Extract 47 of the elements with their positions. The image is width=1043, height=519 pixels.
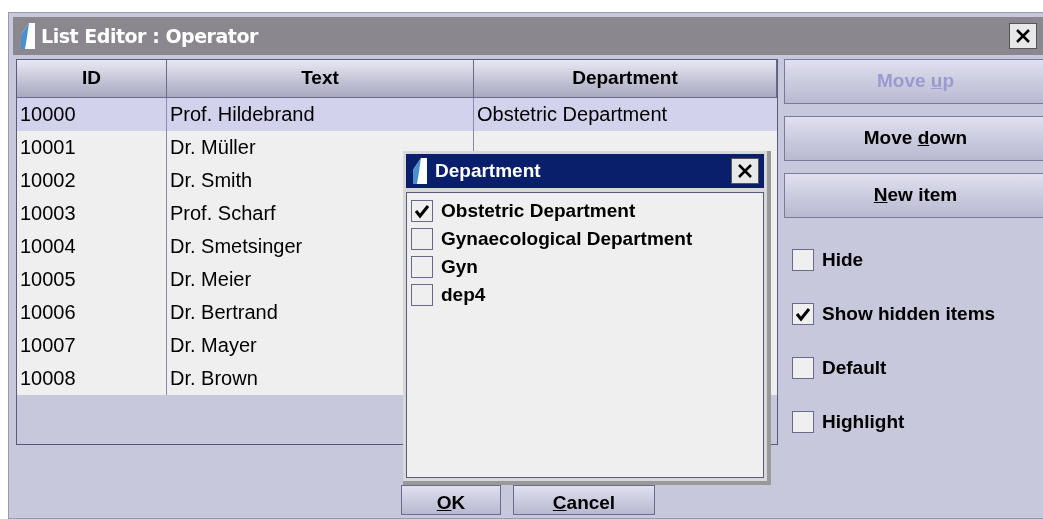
table-cell: 10001 [20, 136, 76, 158]
checkbox[interactable] [792, 303, 814, 325]
checkbox-label: Obstetric Department [441, 198, 636, 223]
column-header[interactable]: ID [17, 60, 167, 98]
table-cell: Dr. Brown [170, 367, 258, 389]
table-cell: Dr. Müller [170, 136, 256, 158]
table-cell: Prof. Scharf [170, 202, 276, 224]
checkbox[interactable] [792, 411, 814, 433]
checkbox[interactable] [411, 256, 433, 278]
checkbox[interactable] [792, 357, 814, 379]
checkbox-label: Highlight [822, 409, 905, 434]
checkbox-label: Hide [822, 247, 864, 272]
table-cell: Obstetric Department [477, 103, 668, 125]
table-cell: 10002 [20, 169, 76, 191]
table-cell: Dr. Bertrand [170, 301, 278, 323]
table-row[interactable]: 10000 Prof. Hildebrand Obstetric Department [17, 98, 777, 131]
table-cell: 10006 [20, 301, 76, 323]
table-cell: Dr. Mayer [170, 334, 257, 356]
checkbox-label: Default [822, 355, 887, 380]
table-cell: Dr. Smetsinger [170, 235, 303, 257]
close-button[interactable] [731, 158, 759, 184]
table-cell: Dr. Smith [170, 169, 253, 191]
table-cell: 10004 [20, 235, 76, 257]
checkbox[interactable] [411, 284, 433, 306]
column-header[interactable]: Department [474, 60, 777, 98]
app-icon [411, 158, 427, 184]
table-cell: 10003 [20, 202, 76, 224]
checkbox[interactable] [792, 249, 814, 271]
button[interactable]: New item [784, 173, 1043, 218]
table-cell: Dr. Meier [170, 268, 252, 290]
checkbox[interactable] [411, 228, 433, 250]
table-cell: 10008 [20, 367, 76, 389]
window-title: List Editor : Operator [41, 23, 258, 49]
checkbox[interactable] [411, 200, 433, 222]
table-cell: 10005 [20, 268, 76, 290]
checkbox-label: Show hidden items [822, 301, 996, 326]
close-icon [1015, 28, 1031, 44]
table-cell: 10000 [20, 103, 76, 125]
close-icon [737, 163, 753, 179]
column-header[interactable]: Text [167, 60, 474, 98]
button[interactable]: Cancel [513, 485, 655, 515]
button[interactable]: OK [401, 485, 501, 515]
close-button[interactable] [1009, 23, 1037, 49]
table-cell: 10007 [20, 334, 76, 356]
button[interactable]: Move down [784, 116, 1043, 161]
app-icon [19, 23, 35, 49]
table-cell: Prof. Hildebrand [170, 103, 315, 125]
